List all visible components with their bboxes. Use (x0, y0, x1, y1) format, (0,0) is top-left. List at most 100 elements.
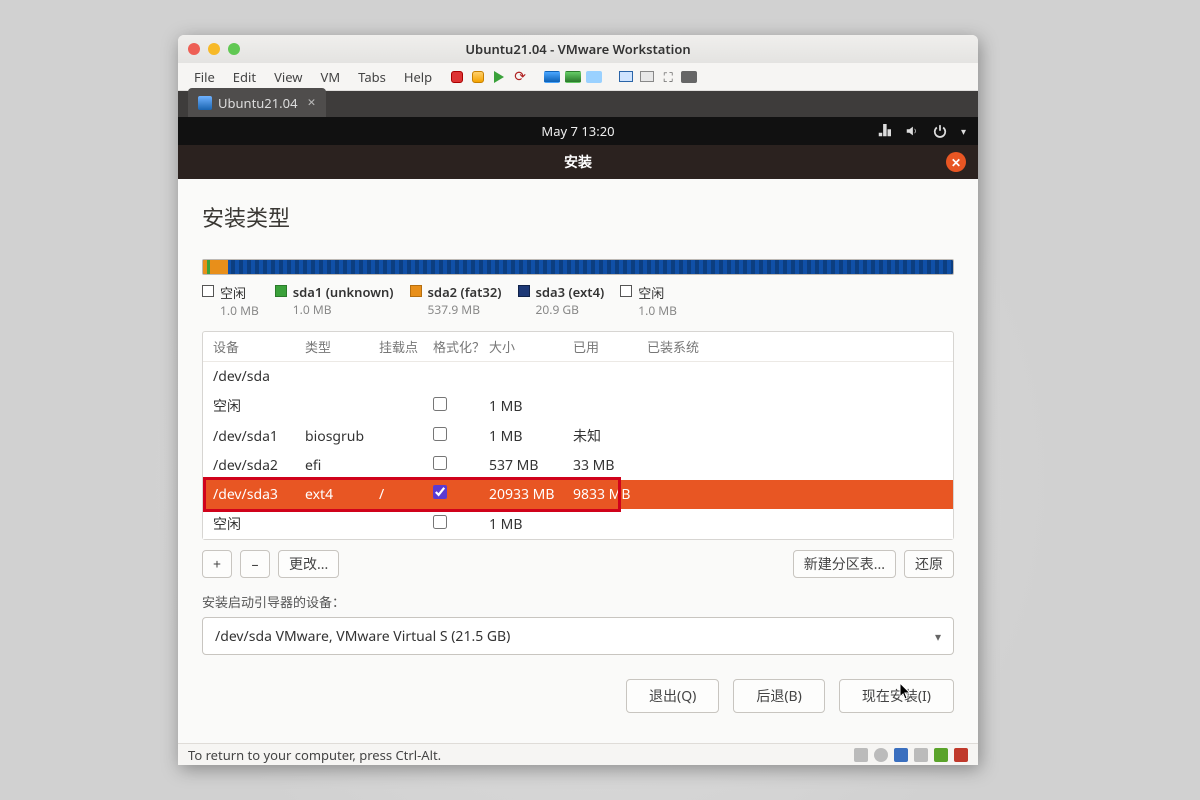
table-row[interactable]: /dev/sda3ext4/20933 MB9833 MB (203, 480, 953, 509)
format-checkbox[interactable] (433, 456, 447, 470)
traffic-lights (188, 43, 240, 55)
net-icon[interactable] (894, 748, 908, 762)
cell-device: /dev/sda1 (213, 427, 305, 446)
gnome-clock: May 7 13:20 (541, 122, 614, 140)
legend-sub: 1.0 MB (638, 302, 677, 319)
table-row[interactable]: /dev/sda2efi537 MB33 MB (203, 451, 953, 480)
legend-item[interactable]: 空闲1.0 MB (620, 283, 677, 319)
partition-legend: 空闲1.0 MB sda1 (unknown)1.0 MB sda2 (fat32)… (202, 283, 954, 319)
table-row[interactable]: /dev/sda (203, 362, 953, 391)
legend-swatch (518, 285, 530, 297)
table-row[interactable]: 空闲1 MB (203, 509, 953, 539)
legend-item[interactable]: sda1 (unknown)1.0 MB (275, 283, 394, 319)
quit-button[interactable]: 退出(Q) (626, 679, 719, 713)
cell-size: 20933 MB (489, 485, 573, 504)
legend-item[interactable]: sda2 (fat32)537.9 MB (410, 283, 502, 319)
chevron-down-icon: ▾ (935, 628, 941, 645)
partition-table: 设备 类型 挂载点 格式化？ 大小 已用 已装系统 /dev/sda空闲1 MB… (202, 331, 954, 540)
printer-icon[interactable] (914, 748, 928, 762)
th-type: 类型 (305, 337, 379, 356)
cell-size: 537 MB (489, 456, 573, 475)
quickswitch-icon[interactable] (680, 68, 698, 86)
legend-sub: 1.0 MB (220, 302, 259, 319)
th-format: 格式化？ (433, 337, 489, 356)
window-title: Ubuntu21.04 - VMware Workstation (178, 40, 978, 58)
cell-used: 未知 (573, 426, 647, 446)
partition-toolbar: + – 更改... 新建分区表... 还原 (202, 550, 954, 578)
status-tray (854, 748, 968, 762)
unity-icon[interactable] (617, 68, 635, 86)
suspend-icon[interactable] (469, 68, 487, 86)
menu-tabs[interactable]: Tabs (350, 64, 394, 90)
partbar-seg-sda2 (210, 260, 228, 274)
minimize-dot[interactable] (208, 43, 220, 55)
installer-title-bar[interactable]: 安装 ✕ (178, 145, 978, 179)
add-partition-button[interactable]: + (202, 550, 232, 578)
remove-partition-button[interactable]: – (240, 550, 270, 578)
snapshot-manager-icon[interactable] (585, 68, 603, 86)
legend-item[interactable]: 空闲1.0 MB (202, 283, 259, 319)
network-icon (877, 124, 891, 138)
page-heading: 安装类型 (202, 201, 954, 233)
cell-device: /dev/sda (213, 367, 305, 386)
menu-bar: File Edit View VM Tabs Help ⟳ ⛶ (178, 63, 978, 91)
installer-title: 安装 (564, 152, 592, 172)
back-button[interactable]: 后退(B) (733, 679, 825, 713)
legend-swatch (620, 285, 632, 297)
cell-format (433, 485, 489, 504)
snapshot-icon[interactable] (543, 68, 561, 86)
close-icon: ✕ (951, 154, 961, 171)
revert-button[interactable]: 还原 (904, 550, 954, 578)
th-size: 大小 (489, 337, 573, 356)
hdd-icon[interactable] (854, 748, 868, 762)
chevron-down-icon: ▾ (961, 124, 966, 138)
installer-close-button[interactable]: ✕ (946, 152, 966, 172)
snapshot-revert-icon[interactable] (564, 68, 582, 86)
cell-used: 33 MB (573, 456, 647, 475)
new-partition-table-button[interactable]: 新建分区表... (793, 550, 896, 578)
tab-close-icon[interactable]: × (308, 93, 316, 112)
usb-icon[interactable] (934, 748, 948, 762)
table-row[interactable]: /dev/sda1biosgrub1 MB未知 (203, 421, 953, 451)
cell-type: efi (305, 456, 379, 475)
cd-icon[interactable] (874, 748, 888, 762)
partition-bar[interactable] (202, 259, 954, 275)
change-partition-button[interactable]: 更改... (278, 550, 339, 578)
format-checkbox[interactable] (433, 485, 447, 499)
footer-buttons: 退出(Q) 后退(B) 现在安装(I) (202, 679, 954, 713)
legend-sub: 537.9 MB (428, 301, 502, 318)
sound-icon[interactable] (954, 748, 968, 762)
gnome-status-area[interactable]: ▾ (877, 124, 966, 138)
poweroff-icon[interactable] (448, 68, 466, 86)
play-icon[interactable] (490, 68, 508, 86)
gnome-top-bar[interactable]: May 7 13:20 ▾ (178, 117, 978, 145)
cell-format (433, 397, 489, 416)
bootloader-value: /dev/sda VMware, VMware Virtual S (21.5 … (215, 627, 510, 646)
zoom-dot[interactable] (228, 43, 240, 55)
menu-view[interactable]: View (266, 64, 310, 90)
close-dot[interactable] (188, 43, 200, 55)
status-text: To return to your computer, press Ctrl-A… (188, 746, 441, 764)
installer-body: 安装类型 空闲1.0 MBsda1 (unknown)1.0 MBsda2 (f… (178, 179, 978, 743)
menu-vm[interactable]: VM (313, 64, 349, 90)
menu-help[interactable]: Help (396, 64, 440, 90)
table-row[interactable]: 空闲1 MB (203, 391, 953, 421)
legend-name: sda2 (fat32) (428, 283, 502, 301)
cell-device: 空闲 (213, 514, 305, 534)
legend-item[interactable]: sda3 (ext4)20.9 GB (518, 283, 605, 319)
fullscreen-icon[interactable]: ⛶ (659, 68, 677, 86)
format-checkbox[interactable] (433, 427, 447, 441)
menu-file[interactable]: File (186, 64, 223, 90)
restart-icon[interactable]: ⟳ (511, 68, 529, 86)
cell-used: 9833 MB (573, 485, 647, 504)
titlebar[interactable]: Ubuntu21.04 - VMware Workstation (178, 35, 978, 63)
cell-device: /dev/sda3 (213, 485, 305, 504)
format-checkbox[interactable] (433, 397, 447, 411)
vm-tab[interactable]: Ubuntu21.04 × (188, 88, 326, 117)
install-now-button[interactable]: 现在安装(I) (839, 679, 954, 713)
multimonitor-icon[interactable] (638, 68, 656, 86)
format-checkbox[interactable] (433, 515, 447, 529)
bootloader-select[interactable]: /dev/sda VMware, VMware Virtual S (21.5 … (202, 617, 954, 655)
menu-edit[interactable]: Edit (225, 64, 264, 90)
status-bar: To return to your computer, press Ctrl-A… (178, 743, 978, 765)
